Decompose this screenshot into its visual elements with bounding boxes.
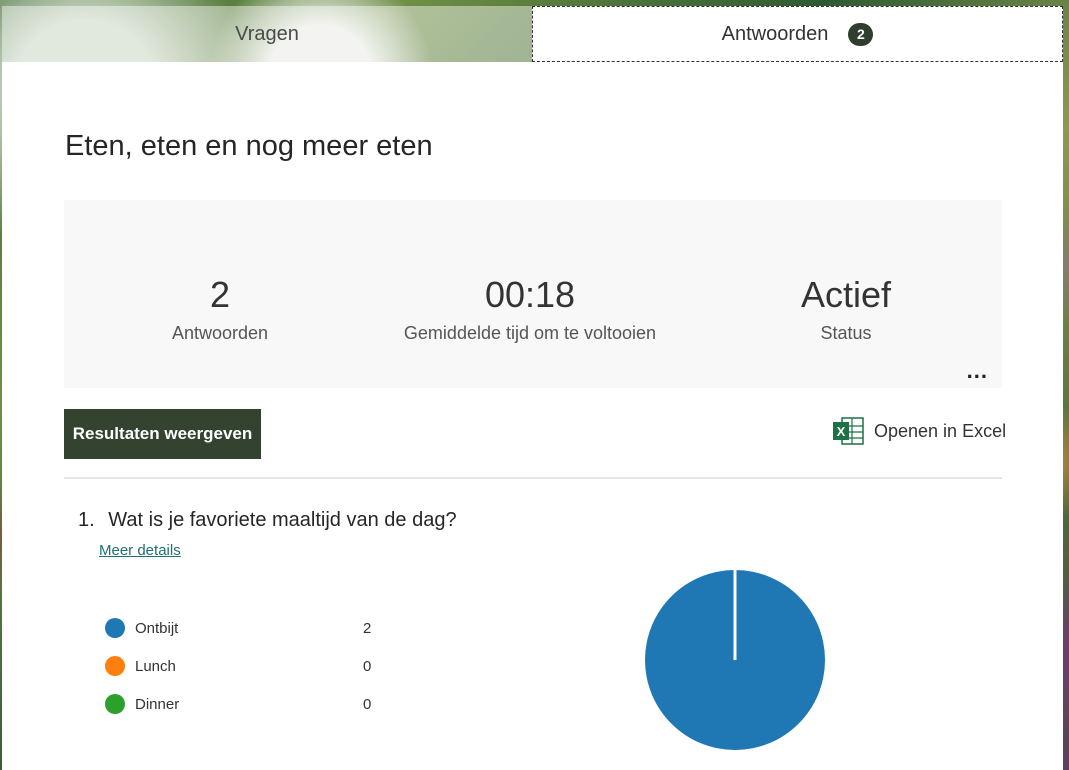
open-in-excel-label: Openen in Excel: [874, 420, 1007, 441]
stat-responses: 2 Antwoorden: [120, 275, 320, 344]
legend-count: 2: [363, 619, 372, 637]
legend-label: Dinner: [135, 695, 180, 713]
legend-count: 0: [363, 695, 372, 713]
stat-avg-time: 00:18 Gemiddelde tijd om te voltooien: [380, 275, 680, 344]
legend-label: Ontbijt: [135, 619, 179, 637]
pie-chart: [645, 570, 825, 750]
legend-count: 0: [363, 657, 372, 675]
legend-label: Lunch: [135, 657, 176, 675]
more-options-icon[interactable]: ...: [967, 360, 988, 382]
tab-vragen-label: Vragen: [235, 22, 299, 45]
stat-responses-value: 2: [209, 274, 231, 315]
summary-card: 2 Antwoorden 00:18 Gemiddelde tijd om te…: [64, 200, 1002, 388]
legend-dot: [105, 618, 125, 638]
legend-item-lunch: Lunch 0: [105, 647, 385, 685]
chart-legend: Ontbijt 2 Lunch 0 Dinner 0: [105, 609, 385, 723]
svg-text:X: X: [837, 424, 846, 439]
view-results-button[interactable]: Resultaten weergeven: [64, 409, 261, 459]
stat-avg-time-value: 00:18: [484, 274, 576, 315]
legend-dot: [105, 694, 125, 714]
stat-status-value: Actief: [800, 274, 892, 315]
question-number: 1.: [78, 509, 95, 531]
tab-antwoorden-label: Antwoorden: [721, 22, 829, 45]
responses-panel: Eten, eten en nog meer eten 2 Antwoorden…: [2, 62, 1063, 770]
stat-avg-time-label: Gemiddelde tijd om te voltooien: [403, 323, 657, 343]
tab-vragen[interactable]: Vragen: [2, 6, 532, 62]
excel-icon: X: [833, 417, 864, 445]
form-title: Eten, eten en nog meer eten: [65, 130, 433, 162]
legend-item-dinner: Dinner 0: [105, 685, 385, 723]
open-in-excel-link[interactable]: X Openen in Excel: [832, 417, 1006, 445]
question-text: Wat is je favoriete maaltijd van de dag?: [108, 509, 457, 531]
tab-antwoorden[interactable]: Antwoorden 2: [532, 6, 1063, 62]
question-title: 1. Wat is je favoriete maaltijd van de d…: [78, 509, 457, 532]
more-details-link[interactable]: Meer details: [99, 542, 181, 559]
response-count-badge: 2: [848, 22, 874, 46]
legend-dot: [105, 656, 125, 676]
legend-item-ontbijt: Ontbijt 2: [105, 609, 385, 647]
stat-responses-label: Antwoorden: [171, 323, 269, 343]
stat-status-label: Status: [820, 323, 872, 343]
stat-status: Actief Status: [746, 275, 946, 344]
divider: [64, 477, 1002, 479]
tab-strip: Vragen Antwoorden 2: [2, 6, 1063, 62]
